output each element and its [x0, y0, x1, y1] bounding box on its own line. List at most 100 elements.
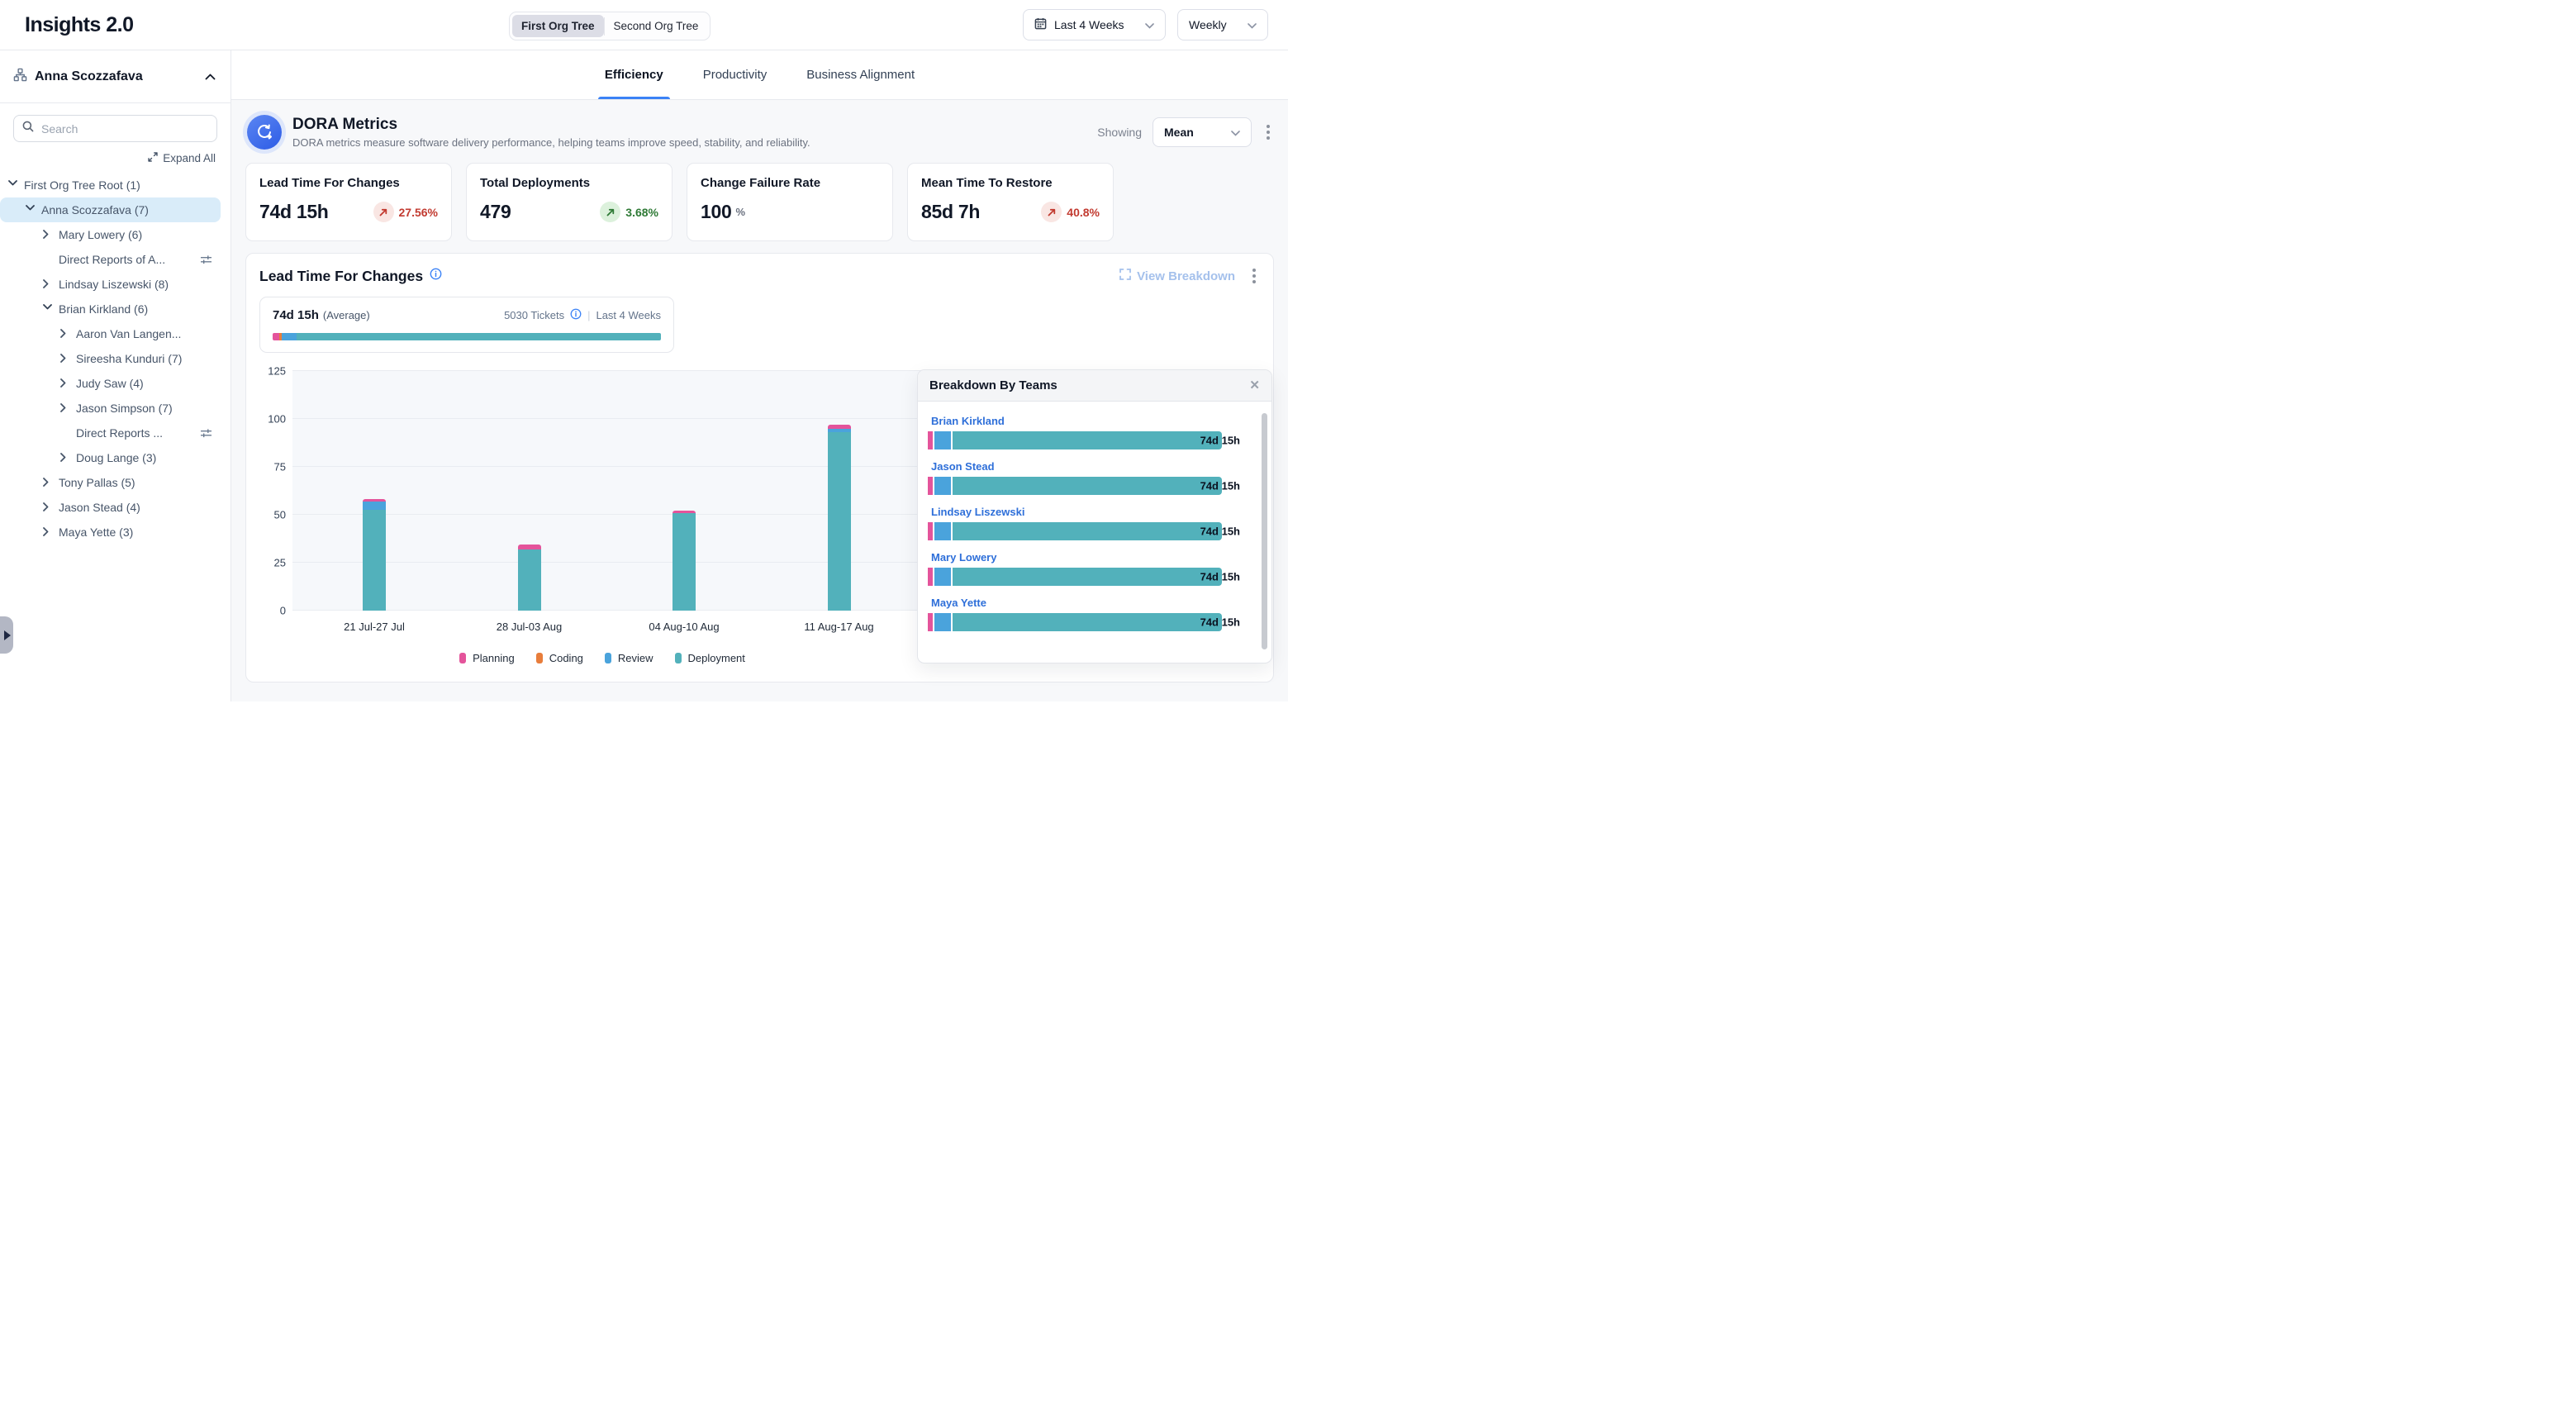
chevron-right-icon[interactable]	[60, 329, 70, 339]
trend-delta: 3.68%	[625, 206, 658, 219]
metric-card-value: 479	[480, 201, 511, 223]
trend-up-icon	[1041, 202, 1062, 222]
tree-item-direct-reports[interactable]: Direct Reports ...	[0, 421, 221, 445]
team-name-link[interactable]: Mary Lowery	[931, 551, 1250, 564]
team-stacked-bar[interactable]: 74d 15h	[928, 613, 1222, 631]
tree-item-jason-simpson-7[interactable]: Jason Simpson (7)	[0, 396, 221, 421]
chevron-up-icon[interactable]	[205, 69, 216, 84]
chevron-right-icon[interactable]	[43, 279, 53, 289]
toggle-second-org-tree[interactable]: Second Org Tree	[605, 15, 708, 37]
stacked-bar-11-aug-17-aug[interactable]	[828, 425, 851, 611]
org-tree-sidebar: Anna Scozzafava Expand All First Org Tre…	[0, 50, 231, 702]
chevron-right-icon[interactable]	[60, 453, 70, 463]
tree-item-first-org-tree-root-1[interactable]: First Org Tree Root (1)	[0, 173, 221, 197]
breakdown-by-teams-panel: Breakdown By Teams ✕ Brian Kirkland 74d 1…	[917, 369, 1272, 663]
team-name-link[interactable]: Lindsay Liszewski	[931, 506, 1250, 518]
panel-scrollbar[interactable]	[1262, 413, 1267, 649]
tree-item-sireesha-kunduri-7[interactable]: Sireesha Kunduri (7)	[0, 346, 221, 371]
tree-item-aaron-van-langen[interactable]: Aaron Van Langen...	[0, 321, 221, 346]
chevron-down-icon[interactable]	[26, 205, 36, 215]
view-breakdown-button[interactable]: View Breakdown	[1119, 269, 1235, 283]
chart-menu-button[interactable]	[1248, 267, 1260, 285]
metric-card-unit: %	[735, 206, 745, 218]
legend-swatch	[459, 653, 466, 663]
chevron-right-icon[interactable]	[60, 354, 70, 364]
date-range-select[interactable]: Last 4 Weeks	[1023, 9, 1166, 40]
tab-business-alignment[interactable]: Business Alignment	[805, 50, 916, 99]
deployment-segment	[953, 477, 1222, 495]
tree-item-mary-lowery-6[interactable]: Mary Lowery (6)	[0, 222, 221, 247]
average-value: 74d 15h	[273, 308, 319, 322]
team-stacked-bar[interactable]: 74d 15h	[928, 431, 1222, 449]
chevron-right-icon[interactable]	[60, 403, 70, 413]
info-icon[interactable]	[570, 308, 582, 322]
legend-item-coding: Coding	[536, 652, 583, 664]
team-name-link[interactable]: Brian Kirkland	[931, 415, 1250, 427]
team-name-link[interactable]: Maya Yette	[931, 597, 1250, 609]
chevron-right-icon[interactable]	[43, 527, 53, 537]
x-axis-label: 21 Jul-27 Jul	[344, 621, 405, 633]
tree-item-label: Judy Saw (4)	[76, 377, 144, 390]
chevron-down-icon[interactable]	[8, 180, 18, 190]
sidebar-header[interactable]: Anna Scozzafava	[0, 50, 231, 103]
panel-title: Breakdown By Teams	[929, 378, 1057, 392]
stacked-bar-04-aug-10-aug[interactable]	[673, 511, 696, 611]
chevron-right-icon[interactable]	[43, 230, 53, 240]
chevron-right-icon[interactable]	[43, 478, 53, 487]
granularity-select[interactable]: Weekly	[1177, 9, 1268, 40]
team-stacked-bar[interactable]: 74d 15h	[928, 522, 1222, 540]
chevron-right-icon[interactable]	[43, 502, 53, 512]
metric-cards: Lead Time For Changes74d 15h27.56%Total …	[245, 163, 1274, 241]
tree-item-label: Anna Scozzafava (7)	[41, 203, 149, 216]
metric-card-value: 74d 15h	[259, 201, 329, 223]
stacked-bar-21-jul-27-jul[interactable]	[363, 499, 386, 611]
team-stacked-bar[interactable]: 74d 15h	[928, 568, 1222, 586]
expand-arrows-icon	[148, 152, 158, 164]
chevron-right-icon[interactable]	[60, 378, 70, 388]
trend-up-icon	[600, 202, 620, 222]
tree-item-label: Lindsay Liszewski (8)	[59, 278, 169, 291]
filter-sliders-icon[interactable]	[200, 428, 212, 439]
team-value: 74d 15h	[1200, 526, 1240, 538]
trend-delta: 27.56%	[399, 206, 438, 219]
tree-item-lindsay-liszewski-8[interactable]: Lindsay Liszewski (8)	[0, 272, 221, 297]
chevron-down-icon[interactable]	[43, 304, 53, 314]
metric-card-title: Mean Time To Restore	[921, 176, 1100, 190]
efficiency-content: DORA Metrics DORA metrics measure softwa…	[231, 100, 1288, 702]
trend-badge: 3.68%	[600, 202, 658, 222]
dora-menu-button[interactable]	[1262, 123, 1274, 141]
info-icon[interactable]	[430, 268, 442, 284]
tree-item-label: First Org Tree Root (1)	[24, 178, 140, 192]
tree-item-maya-yette-3[interactable]: Maya Yette (3)	[0, 520, 221, 545]
trend-badge: 27.56%	[373, 202, 438, 222]
trend-badge: 40.8%	[1041, 202, 1100, 222]
close-icon[interactable]: ✕	[1249, 379, 1260, 392]
tree-item-direct-reports-of-a[interactable]: Direct Reports of A...	[0, 247, 221, 272]
review-segment	[934, 568, 951, 586]
showing-select[interactable]: Mean	[1153, 117, 1252, 147]
team-name-link[interactable]: Jason Stead	[931, 460, 1250, 473]
filter-sliders-icon[interactable]	[200, 254, 212, 265]
y-axis-tick: 0	[280, 605, 286, 617]
team-stacked-bar[interactable]: 74d 15h	[928, 477, 1222, 495]
tree-item-anna-scozzafava-7[interactable]: Anna Scozzafava (7)	[0, 197, 221, 222]
expand-all-button[interactable]: Expand All	[0, 152, 216, 164]
tab-efficiency[interactable]: Efficiency	[603, 50, 665, 99]
tree-item-tony-pallas-5[interactable]: Tony Pallas (5)	[0, 470, 221, 495]
x-axis-label: 28 Jul-03 Aug	[497, 621, 563, 633]
metric-card-mean-time-to-restore: Mean Time To Restore85d 7h40.8%	[907, 163, 1114, 241]
tree-item-brian-kirkland-6[interactable]: Brian Kirkland (6)	[0, 297, 221, 321]
search-input[interactable]	[41, 122, 208, 136]
tree-item-label: Doug Lange (3)	[76, 451, 156, 464]
tab-productivity[interactable]: Productivity	[701, 50, 769, 99]
average-stacked-bar	[273, 333, 661, 340]
stacked-bar-28-jul-03-aug[interactable]	[518, 545, 541, 611]
tree-item-doug-lange-3[interactable]: Doug Lange (3)	[0, 445, 221, 470]
tree-item-judy-saw-4[interactable]: Judy Saw (4)	[0, 371, 221, 396]
deployment-segment	[363, 510, 386, 611]
sidebar-collapse-handle[interactable]	[0, 616, 13, 654]
team-value: 74d 15h	[1200, 435, 1240, 447]
y-axis-tick: 50	[274, 509, 286, 521]
tree-item-jason-stead-4[interactable]: Jason Stead (4)	[0, 495, 221, 520]
toggle-first-org-tree[interactable]: First Org Tree	[512, 15, 604, 37]
